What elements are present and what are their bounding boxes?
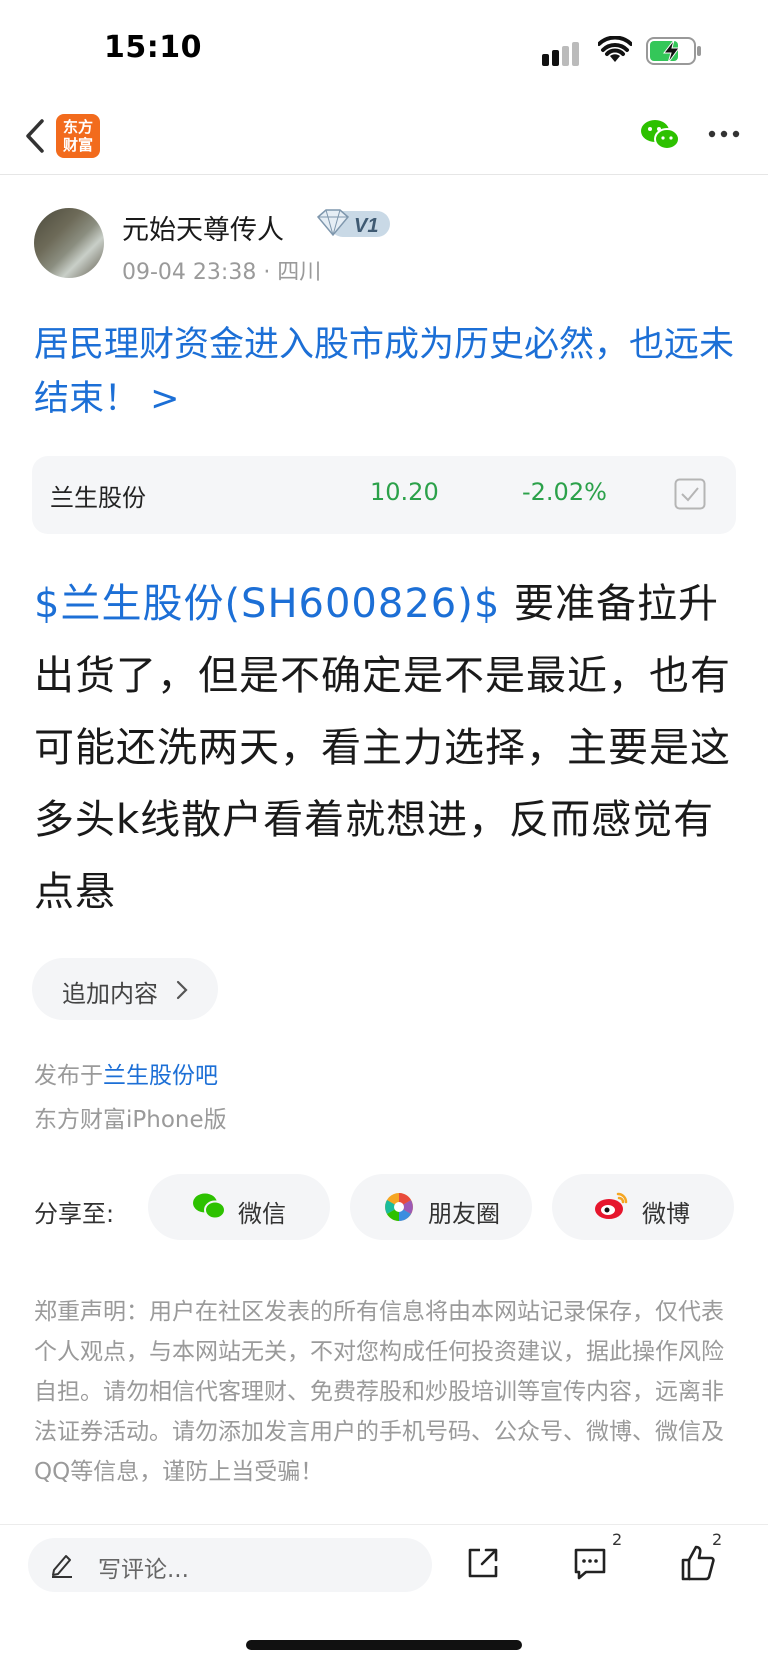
add-watchlist-checkbox[interactable]	[674, 478, 706, 510]
client-info: 东方财富iPhone版	[34, 1107, 227, 1133]
like-count: 2	[712, 1530, 723, 1549]
badge-level: V1	[354, 215, 378, 237]
stock-price: 10.20	[370, 478, 439, 506]
disclaimer: 郑重声明：用户在社区发表的所有信息将由本网站记录保存，仅代表个人观点，与本网站无…	[34, 1299, 724, 1485]
stock-change: -2.02%	[522, 478, 607, 506]
published-in: 发布于兰生股份吧	[34, 1056, 218, 1090]
comment-placeholder: 写评论...	[98, 1557, 189, 1583]
stock-tag-link[interactable]: $兰生股份(SH600826)$	[34, 581, 500, 627]
post-body: $兰生股份(SH600826)$ 要准备拉升出货了，但是不确定是不是最近，也有可…	[34, 568, 738, 928]
logo-line-1: 东方	[62, 118, 93, 136]
comment-icon[interactable]	[572, 1546, 608, 1582]
more-options-icon[interactable]	[708, 124, 740, 144]
author-name[interactable]: 元始天尊传人	[122, 208, 284, 247]
like-thumb-icon[interactable]	[680, 1544, 716, 1582]
stock-name: 兰生股份	[50, 484, 146, 512]
add-content-label: 追加内容	[62, 980, 158, 1008]
share-moments-label: 朋友圈	[428, 1200, 500, 1228]
status-time: 15:10	[104, 30, 202, 65]
share-icon[interactable]	[466, 1546, 500, 1580]
chevron-right-icon	[176, 980, 188, 1000]
back-chevron-icon[interactable]	[24, 118, 46, 154]
wechat-icon	[193, 1193, 226, 1220]
published-prefix: 发布于	[34, 1063, 103, 1089]
wifi-icon	[598, 36, 632, 62]
pen-icon	[52, 1555, 72, 1578]
logo-line-2: 财富	[62, 136, 93, 154]
comment-count: 2	[612, 1530, 623, 1549]
share-weibo-label: 微博	[642, 1200, 690, 1228]
weibo-icon	[595, 1192, 628, 1219]
related-article-link[interactable]: 居民理财资金进入股市成为历史必然，也远未结束！ >	[34, 318, 734, 426]
moments-icon	[385, 1193, 413, 1221]
comment-input[interactable]	[28, 1538, 432, 1592]
battery-charging-icon	[646, 37, 701, 65]
vip-diamond-badge: V1	[316, 209, 390, 237]
cellular-signal-icon	[542, 42, 579, 66]
share-label: 分享至:	[34, 1200, 115, 1228]
stock-bar-link[interactable]: 兰生股份吧	[103, 1063, 218, 1089]
post-text: 要准备拉升出货了，但是不确定是不是最近，也有可能还洗两天，看主力选择，主要是这多…	[34, 581, 731, 915]
post-meta: 09-04 23:38 · 四川	[122, 260, 322, 285]
share-wechat-label: 微信	[238, 1200, 286, 1228]
wechat-share-icon[interactable]	[640, 118, 680, 152]
avatar[interactable]	[34, 208, 104, 278]
home-indicator	[246, 1640, 522, 1650]
eastmoney-logo: 东方 财富	[56, 114, 100, 158]
